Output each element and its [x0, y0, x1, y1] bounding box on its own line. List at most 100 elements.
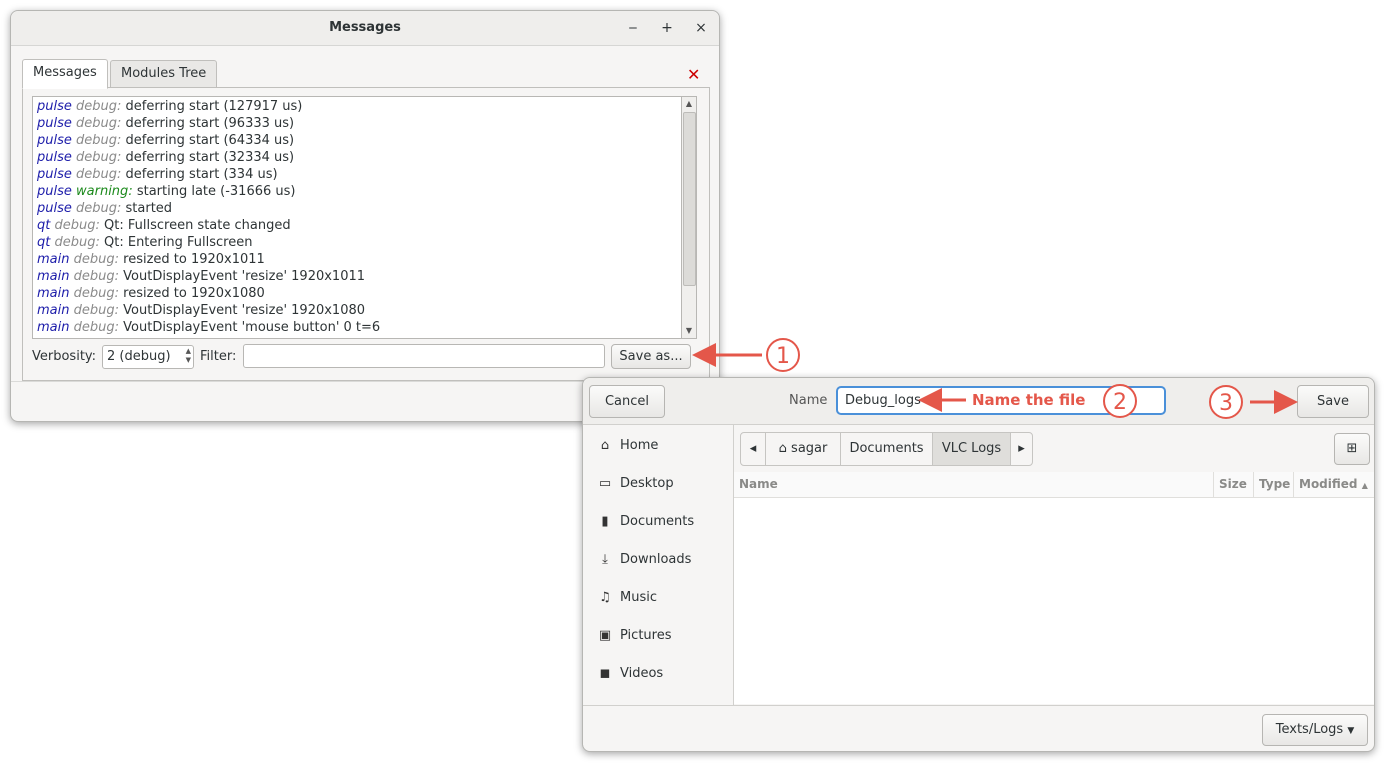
log-module: main	[37, 320, 70, 335]
title-bar[interactable]: Messages ‒ + ×	[11, 11, 719, 46]
log-module: pulse	[37, 201, 72, 216]
file-type-dropdown[interactable]: Texts/Logs ▼	[1262, 714, 1368, 746]
log-line: pulse debug: deferring start (32334 us)	[37, 150, 295, 165]
log-text: Qt: Entering Fullscreen	[104, 235, 253, 250]
column-type[interactable]: Type	[1253, 472, 1294, 497]
cancel-button[interactable]: Cancel	[589, 385, 665, 418]
log-level: debug	[73, 286, 115, 301]
log-text: VoutDisplayEvent 'resize' 1920x1011	[123, 269, 366, 284]
music-icon: ♫	[599, 590, 611, 605]
log-text: deferring start (96333 us)	[125, 116, 295, 131]
file-list[interactable]	[734, 498, 1374, 704]
filter-label: Filter:	[200, 349, 237, 364]
sidebar-item-pictures[interactable]: ▣ Pictures	[583, 621, 733, 651]
log-line: main debug: resized to 1920x1080	[37, 286, 265, 301]
scroll-thumb[interactable]	[683, 112, 696, 286]
log-text: resized to 1920x1011	[123, 252, 265, 267]
file-type-value: Texts/Logs	[1275, 722, 1344, 737]
sidebar-item-music[interactable]: ♫ Music	[583, 583, 733, 613]
sidebar-item-label: Music	[620, 590, 657, 605]
close-icon[interactable]: ×	[691, 17, 711, 39]
save-button[interactable]: Save	[1297, 385, 1369, 418]
minimize-icon[interactable]: ‒	[623, 17, 643, 39]
log-module: pulse	[37, 99, 72, 114]
new-folder-icon[interactable]: ⊞	[1334, 433, 1370, 465]
log-module: pulse	[37, 167, 72, 182]
breadcrumb-vlc-logs[interactable]: VLC Logs	[933, 433, 1011, 465]
log-module: pulse	[37, 116, 72, 131]
sidebar-item-home[interactable]: ⌂ Home	[583, 431, 733, 461]
column-size[interactable]: Size	[1213, 472, 1254, 497]
log-text: deferring start (64334 us)	[125, 133, 295, 148]
spin-arrows-icon[interactable]: ▲ ▼	[186, 347, 191, 365]
log-line: pulse debug: deferring start (96333 us)	[37, 116, 295, 131]
log-text: VoutDisplayEvent 'resize' 1920x1080	[123, 303, 366, 318]
verbosity-label: Verbosity:	[32, 349, 97, 364]
close-panel-icon[interactable]: ✕	[687, 65, 700, 84]
maximize-icon[interactable]: +	[657, 17, 677, 39]
scroll-up-icon[interactable]: ▲	[682, 97, 696, 111]
log-line: pulse debug: started	[37, 201, 173, 216]
log-line: main debug: VoutDisplayEvent 'resize' 19…	[37, 269, 366, 284]
log-level: debug	[54, 218, 96, 233]
log-view[interactable]: pulse debug: deferring start (127917 us)…	[32, 96, 681, 339]
sidebar-item-documents[interactable]: ▮ Documents	[583, 507, 733, 537]
sidebar-item-desktop[interactable]: ▭ Desktop	[583, 469, 733, 499]
column-name[interactable]: Name	[734, 472, 1213, 497]
verbosity-value: 2 (debug)	[107, 349, 171, 364]
log-level: debug	[73, 252, 115, 267]
log-module: pulse	[37, 184, 72, 199]
log-text: deferring start (127917 us)	[125, 99, 303, 114]
breadcrumb: ◂ ⌂ sagar Documents VLC Logs ▸	[740, 432, 1033, 466]
dialog-footer: Texts/Logs ▼	[583, 705, 1374, 751]
sidebar-item-label: Downloads	[620, 552, 692, 567]
log-line: qt debug: Qt: Fullscreen state changed	[37, 218, 291, 233]
log-line: pulse debug: deferring start (64334 us)	[37, 133, 295, 148]
tab-modules-tree[interactable]: Modules Tree	[110, 60, 218, 88]
documents-icon: ▮	[601, 514, 609, 529]
tab-messages[interactable]: Messages	[22, 59, 108, 89]
downloads-icon: ⤓	[602, 552, 608, 567]
log-module: main	[37, 269, 70, 284]
log-level: debug	[73, 303, 115, 318]
sidebar-item-downloads[interactable]: ⤓ Downloads	[583, 545, 733, 575]
log-text: starting late (-31666 us)	[136, 184, 296, 199]
log-level: debug	[73, 320, 115, 335]
breadcrumb-forward-icon[interactable]: ▸	[1011, 433, 1032, 465]
log-scrollbar[interactable]: ▲ ▼	[681, 96, 697, 339]
filter-input[interactable]	[243, 344, 605, 368]
log-level: warning	[76, 184, 129, 199]
breadcrumb-documents[interactable]: Documents	[841, 433, 933, 465]
name-label: Name	[789, 393, 828, 408]
log-level: debug	[54, 235, 96, 250]
annotation-name-hint: Name the file	[972, 391, 1086, 409]
desktop-icon: ▭	[598, 476, 612, 491]
log-text: resized to 1920x1080	[123, 286, 265, 301]
save-as-button[interactable]: Save as...	[611, 344, 691, 369]
log-module: main	[37, 252, 70, 267]
sidebar-item-label: Home	[620, 438, 659, 453]
places-sidebar: ⌂ Home ▭ Desktop ▮ Documents ⤓ Downloads ♫ Music ▣…	[583, 425, 734, 746]
breadcrumb-home[interactable]: ⌂ sagar	[766, 433, 841, 465]
log-text: VoutDisplayEvent 'mouse button' 0 t=6	[123, 320, 381, 335]
annotation-step-1: 1	[766, 338, 800, 372]
file-list-header: Name Size Type Modified ▲	[734, 472, 1374, 498]
log-line: main debug: VoutDisplayEvent 'mouse butt…	[37, 320, 381, 335]
verbosity-spinbox[interactable]: 2 (debug) ▲ ▼	[102, 345, 194, 369]
log-line: pulse debug: deferring start (334 us)	[37, 167, 278, 182]
sidebar-item-label: Documents	[620, 514, 695, 529]
log-text: started	[125, 201, 173, 216]
log-line: main debug: resized to 1920x1011	[37, 252, 265, 267]
sidebar-item-videos[interactable]: ◼ Videos	[583, 659, 733, 689]
log-module: main	[37, 286, 70, 301]
column-modified[interactable]: Modified ▲	[1293, 472, 1374, 497]
annotation-step-3: 3	[1209, 385, 1243, 419]
scroll-down-icon[interactable]: ▼	[682, 324, 696, 338]
log-module: pulse	[37, 150, 72, 165]
log-level: debug	[76, 116, 118, 131]
log-text: deferring start (32334 us)	[125, 150, 295, 165]
sidebar-item-label: Desktop	[620, 476, 674, 491]
log-level: debug	[76, 201, 118, 216]
breadcrumb-back-icon[interactable]: ◂	[741, 433, 766, 465]
sidebar-item-label: Videos	[620, 666, 664, 681]
